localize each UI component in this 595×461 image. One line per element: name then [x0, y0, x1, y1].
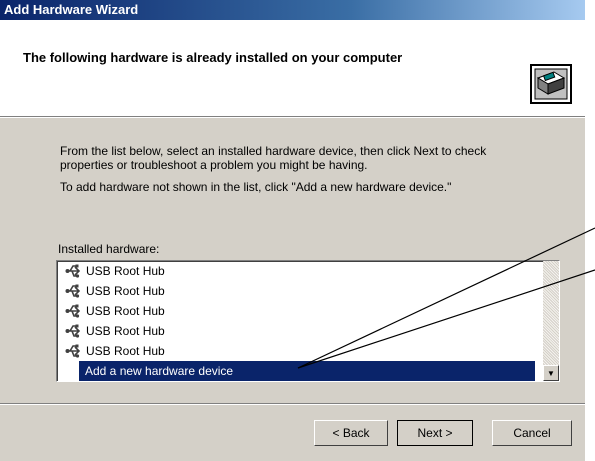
- list-item-label: Add a new hardware device: [85, 364, 234, 378]
- list-item-label: USB Root Hub: [86, 324, 165, 338]
- usb-icon: [65, 304, 81, 318]
- list-item-label: USB Root Hub: [86, 264, 165, 278]
- list-item[interactable]: USB Root Hub: [65, 341, 165, 361]
- list-item-label: USB Root Hub: [86, 284, 165, 298]
- list-item[interactable]: USB Root Hub: [65, 281, 165, 301]
- header-title: The following hardware is already instal…: [23, 50, 403, 65]
- instruction-line-2: properties or troubleshoot a problem you…: [60, 158, 368, 172]
- footer-separator-highlight: [0, 404, 585, 405]
- window-title: Add Hardware Wizard: [4, 2, 139, 17]
- hardware-wizard-icon: [530, 64, 572, 104]
- list-item[interactable]: USB Root Hub: [65, 321, 165, 341]
- installed-hardware-label: Installed hardware:: [58, 242, 160, 256]
- list-item-add-new-hardware[interactable]: Add a new hardware device: [79, 361, 535, 381]
- wizard-header: The following hardware is already instal…: [0, 20, 585, 116]
- list-scrollbar[interactable]: ▼: [543, 261, 559, 381]
- instruction-line-1: From the list below, select an installed…: [60, 144, 487, 158]
- list-item-label: USB Root Hub: [86, 344, 165, 358]
- usb-icon: [65, 324, 81, 338]
- scroll-down-button[interactable]: ▼: [543, 365, 559, 381]
- usb-icon: [65, 284, 81, 298]
- usb-icon: [65, 264, 81, 278]
- list-item-label: USB Root Hub: [86, 304, 165, 318]
- add-hardware-wizard-window: Add Hardware Wizard The following hardwa…: [0, 0, 585, 461]
- instruction-add-hardware: To add hardware not shown in the list, c…: [60, 180, 452, 194]
- installed-hardware-list[interactable]: USB Root Hub USB Root Hub USB Root Hub U…: [56, 260, 560, 382]
- next-button[interactable]: Next >: [397, 420, 473, 446]
- title-bar: Add Hardware Wizard: [0, 0, 585, 20]
- list-item[interactable]: USB Root Hub: [65, 261, 165, 281]
- usb-icon: [65, 344, 81, 358]
- header-separator-highlight: [0, 117, 585, 118]
- list-item[interactable]: USB Root Hub: [65, 301, 165, 321]
- cancel-button[interactable]: Cancel: [492, 420, 572, 446]
- back-button[interactable]: < Back: [314, 420, 388, 446]
- chevron-down-icon: ▼: [547, 368, 555, 378]
